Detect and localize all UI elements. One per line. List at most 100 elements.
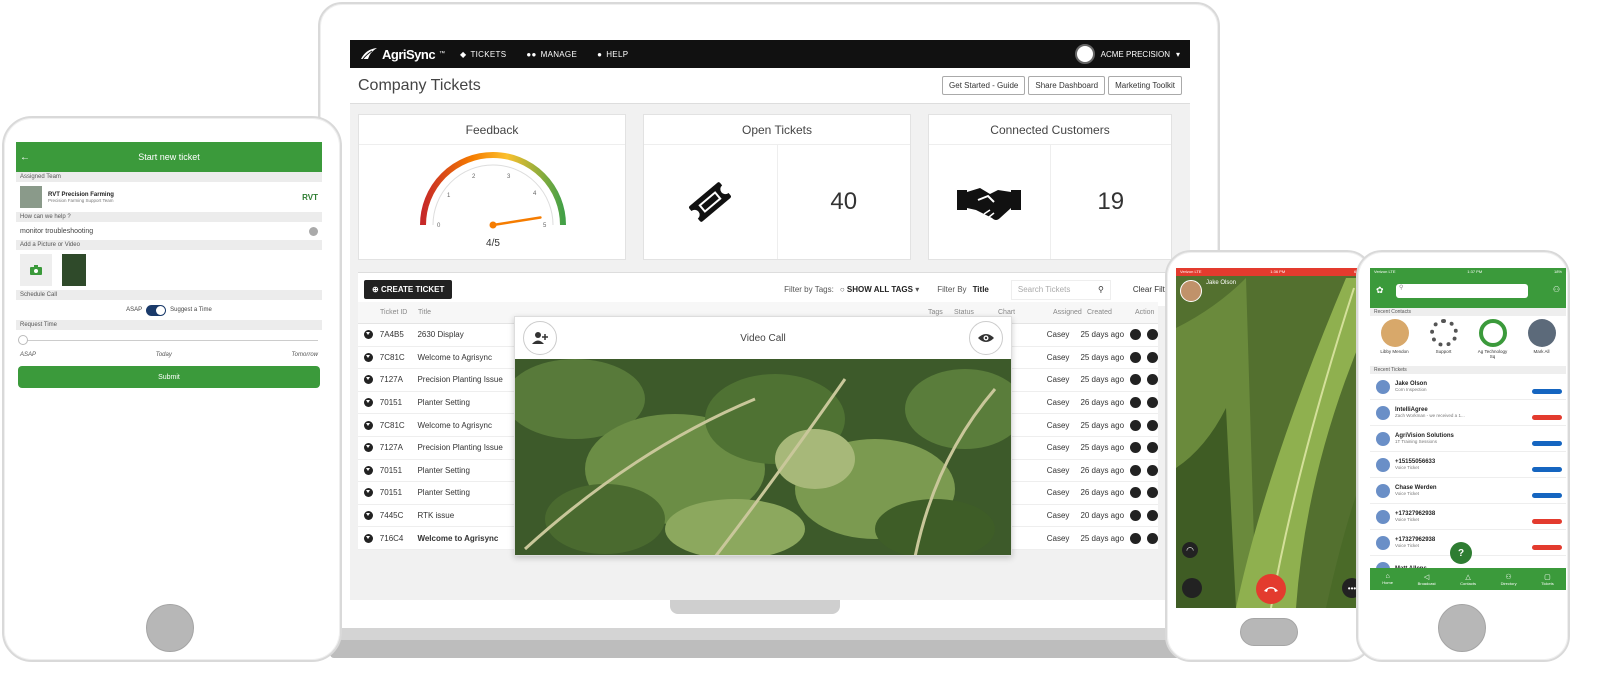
expand-row-icon[interactable]: [364, 352, 374, 362]
col-title[interactable]: Title: [418, 309, 548, 316]
ticket-created: 25 days ago: [1080, 330, 1125, 340]
tab-tickets[interactable]: ▢ Tickets: [1541, 573, 1554, 586]
expand-row-icon[interactable]: [364, 511, 374, 521]
assign-user-icon[interactable]: [1146, 487, 1158, 499]
assign-user-icon[interactable]: [1146, 374, 1158, 386]
phone2-home-button[interactable]: [1438, 604, 1486, 652]
tab-home[interactable]: ⌂ Home: [1382, 573, 1393, 585]
ticket-list-item[interactable]: +17327962938 Voice Ticket: [1370, 504, 1566, 530]
tablet-home-button[interactable]: [146, 604, 194, 652]
phone1-home-button[interactable]: [1240, 618, 1298, 646]
help-input-value: monitor troubleshooting: [20, 227, 94, 235]
expand-row-icon[interactable]: [364, 420, 374, 430]
ticket-created: 26 days ago: [1080, 488, 1125, 498]
ticket-status-badge: [1532, 467, 1562, 472]
request-time-slider[interactable]: [16, 330, 322, 352]
help-input[interactable]: monitor troubleshooting: [16, 222, 322, 240]
ticket-avatar: [1376, 431, 1390, 446]
assign-user-icon[interactable]: [1146, 397, 1158, 409]
tab-broadcast[interactable]: ◁ Broadcast: [1418, 573, 1436, 586]
col-ticket-id[interactable]: Ticket ID: [380, 309, 418, 316]
ticket-created: 25 days ago: [1080, 352, 1125, 362]
ticket-created: 26 days ago: [1080, 398, 1125, 408]
col-tags[interactable]: Tags: [928, 309, 954, 316]
col-assigned[interactable]: Assigned: [1053, 309, 1087, 316]
assign-user-icon[interactable]: [1146, 419, 1158, 431]
settings-gear-icon[interactable]: ✿: [1376, 285, 1384, 296]
share-dashboard-button[interactable]: Share Dashboard: [1028, 76, 1106, 95]
chat-icon[interactable]: [1129, 532, 1141, 544]
add-participant-button[interactable]: [523, 321, 557, 355]
end-call-button[interactable]: [1256, 574, 1286, 604]
add-photo-button[interactable]: [20, 254, 52, 286]
chat-icon[interactable]: [1129, 510, 1141, 522]
contact-libby[interactable]: Libby Mendon: [1377, 319, 1413, 363]
col-chart[interactable]: Chart: [998, 309, 1053, 316]
assign-user-icon[interactable]: [1146, 510, 1158, 522]
filter-by-select[interactable]: Title: [973, 285, 989, 294]
tab-contacts-label: Contacts: [1460, 580, 1476, 586]
tags-filter-dropdown[interactable]: ○ SHOW ALL TAGS ▾: [840, 285, 919, 294]
assign-user-icon[interactable]: [1146, 329, 1158, 341]
contact-mark[interactable]: Mark All: [1524, 319, 1560, 363]
expand-row-icon[interactable]: [364, 443, 374, 453]
chat-icon[interactable]: [1129, 351, 1141, 363]
marketing-toolkit-button[interactable]: Marketing Toolkit: [1108, 76, 1182, 95]
submit-button[interactable]: Submit: [18, 366, 320, 388]
add-contact-icon[interactable]: ⚇: [1553, 285, 1560, 294]
assign-user-icon[interactable]: [1146, 532, 1158, 544]
help-fab-button[interactable]: ?: [1450, 542, 1472, 564]
chat-icon[interactable]: [1129, 442, 1141, 454]
contact-ag-tech[interactable]: Ag Technology Sq: [1475, 319, 1511, 363]
assign-user-icon[interactable]: [1146, 464, 1158, 476]
agrisync-logo[interactable]: AgriSync ™: [350, 47, 460, 62]
expand-row-icon[interactable]: [364, 488, 374, 498]
nav-help[interactable]: ● HELP: [597, 50, 628, 59]
expand-row-icon[interactable]: [364, 330, 374, 340]
chat-icon[interactable]: [1129, 464, 1141, 476]
mic-icon[interactable]: [309, 226, 318, 236]
account-menu[interactable]: ACME PRECISION ▾: [1074, 44, 1190, 64]
asap-label: ASAP: [126, 307, 143, 313]
nav-tickets[interactable]: ◆ TICKETS: [460, 50, 506, 59]
phone2-search-input[interactable]: ⚲: [1396, 284, 1528, 298]
expand-row-icon[interactable]: [364, 533, 374, 543]
schedule-toggle[interactable]: [146, 304, 167, 316]
mic-mute-button[interactable]: [1182, 578, 1202, 598]
chat-icon[interactable]: [1129, 329, 1141, 341]
chat-icon[interactable]: [1129, 397, 1141, 409]
expand-row-icon[interactable]: [364, 465, 374, 475]
home-icon: ⌂: [1385, 573, 1390, 580]
assign-user-icon[interactable]: [1146, 351, 1158, 363]
attached-photo-thumbnail[interactable]: [62, 254, 86, 286]
create-ticket-button[interactable]: ⊕ CREATE TICKET: [364, 280, 453, 299]
ticket-list-item[interactable]: +15155056633 Voice Ticket: [1370, 452, 1566, 478]
assign-user-icon[interactable]: [1146, 442, 1158, 454]
ticket-list-item[interactable]: Chase Werden Voice Ticket: [1370, 478, 1566, 504]
search-tickets-input[interactable]: Search Tickets ⚲: [1010, 279, 1111, 300]
chat-icon[interactable]: [1129, 374, 1141, 386]
back-arrow-icon[interactable]: ←: [20, 152, 30, 163]
contact-support[interactable]: Support: [1426, 319, 1462, 363]
ticket-list-item[interactable]: AgriVision Solutions 1T Training Sessions: [1370, 426, 1566, 452]
expand-row-icon[interactable]: [364, 375, 374, 385]
chat-icon[interactable]: [1129, 419, 1141, 431]
view-button[interactable]: [969, 321, 1003, 355]
feedback-card: Feedback 0 1 2 3 4 5 4/5: [358, 114, 626, 260]
nav-manage[interactable]: ●● MANAGE: [526, 50, 577, 59]
plus-circle-icon: ⊕: [372, 285, 381, 294]
chat-icon[interactable]: [1129, 487, 1141, 499]
ticket-list-item[interactable]: Jake Olson Corn Inspection: [1370, 374, 1566, 400]
tab-directory[interactable]: ⚇ Directory: [1501, 573, 1517, 586]
assigned-team-row[interactable]: RVT Precision Farming Precision Farming …: [16, 182, 322, 212]
slider-thumb[interactable]: [18, 335, 28, 345]
create-ticket-label: CREATE TICKET: [380, 285, 445, 294]
col-status[interactable]: Status: [954, 309, 998, 316]
headset-icon[interactable]: ◠: [1182, 542, 1198, 558]
tab-contacts[interactable]: △ Contacts: [1460, 573, 1476, 586]
get-started-button[interactable]: Get Started - Guide: [942, 76, 1026, 95]
ticket-id: 7127A: [379, 375, 403, 385]
expand-row-icon[interactable]: [364, 398, 374, 408]
col-created[interactable]: Created: [1087, 309, 1135, 316]
ticket-list-item[interactable]: IntelliAgree Zach Workman - we received a…: [1370, 400, 1566, 426]
